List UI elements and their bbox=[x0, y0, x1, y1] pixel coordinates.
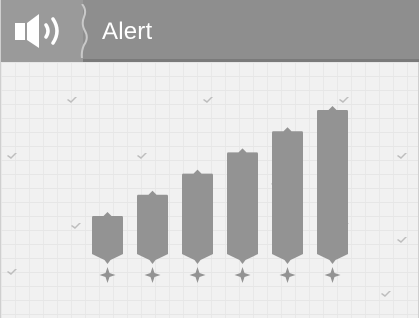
level-star-icon-6 bbox=[324, 267, 341, 283]
volume-bars-group[interactable] bbox=[92, 106, 348, 283]
level-star-icon-2 bbox=[144, 267, 161, 283]
level-star-icon-1 bbox=[99, 267, 116, 283]
volume-level-bar-5[interactable] bbox=[272, 127, 303, 264]
level-star-icon-5 bbox=[279, 267, 296, 283]
volume-level-bars[interactable] bbox=[1, 62, 419, 318]
header-bar: Alert bbox=[1, 0, 419, 62]
alert-volume-screen: Alert bbox=[0, 0, 419, 318]
level-star-icon-3 bbox=[189, 267, 206, 283]
volume-level-bar-2[interactable] bbox=[137, 190, 168, 264]
volume-level-bar-1[interactable] bbox=[92, 212, 123, 264]
header-divider bbox=[80, 4, 88, 58]
page-title: Alert bbox=[102, 18, 153, 45]
level-star-icon-4 bbox=[234, 267, 251, 283]
volume-level-bar-3[interactable] bbox=[182, 169, 213, 264]
volume-level-bar-6[interactable] bbox=[317, 106, 348, 264]
volume-level-bar-4[interactable] bbox=[227, 148, 258, 264]
speaker-volume-icon bbox=[15, 14, 59, 48]
speaker-button[interactable] bbox=[1, 0, 83, 62]
